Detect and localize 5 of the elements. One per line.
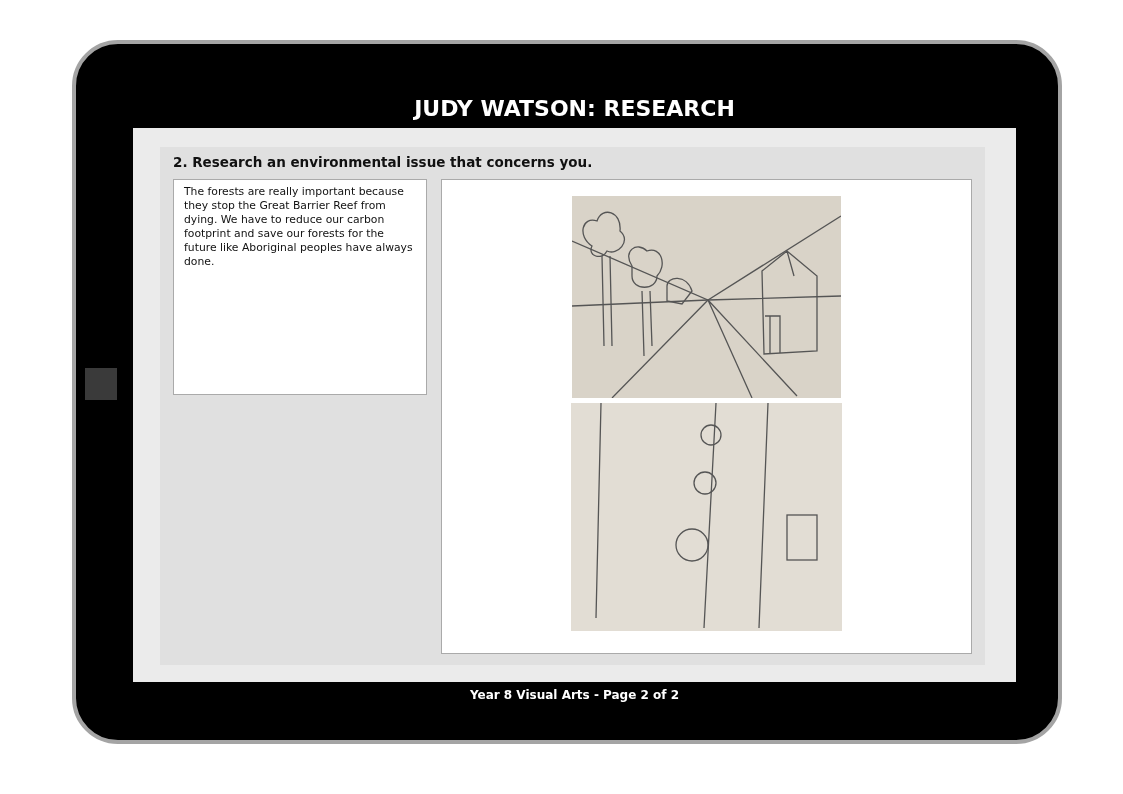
question-label: 2. Research an environmental issue that concerns you. <box>173 154 594 170</box>
page-title: JUDY WATSON: RESEARCH <box>414 95 735 121</box>
answer-text: The forests are really important because they stop the Great Barrier Reef from dying. We have to reduce our carbon footprint and save our forests for the future like Aboriginal peoples have always done. <box>184 185 414 269</box>
answer-box[interactable] <box>173 179 427 395</box>
page-footer: Year 8 Visual Arts - Page 2 of 2 <box>469 688 680 702</box>
